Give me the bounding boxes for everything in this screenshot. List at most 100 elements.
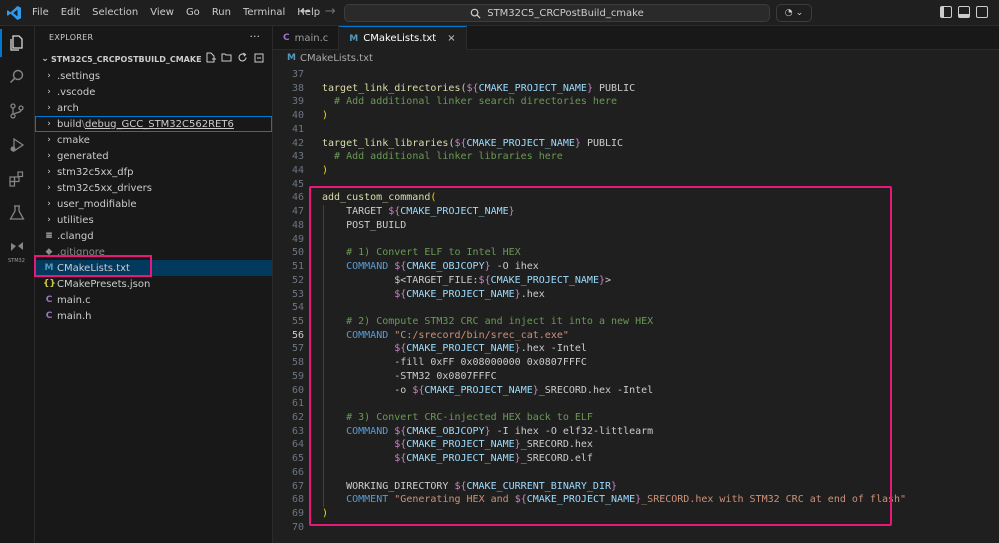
tree-item-settings[interactable]: › .settings [35,68,272,84]
line-number: 58 [291,357,304,369]
toggle-panel-icon[interactable] [958,6,970,18]
indent-guide [323,205,324,508]
source-control-icon[interactable] [6,100,28,122]
code-text: -fill 0xFF 0x08000000 0x0807FFFC [322,357,587,369]
code-line: 47 TARGET ${CMAKE_PROJECT_NAME} [273,205,999,219]
menu-item-edit[interactable]: Edit [55,0,86,26]
code-line: 39 # Add additional linker search direct… [273,95,999,109]
stm32-extension-icon[interactable] [6,236,28,258]
stm32-label: STM32 [8,258,25,264]
collapse-all-icon[interactable] [253,52,264,63]
tree-item-label: cmake [57,134,90,146]
tree-item-clangd[interactable]: ≡ .clangd [35,228,272,244]
tree-item-cmake[interactable]: › cmake [35,132,272,148]
line-number: 45 [291,178,304,190]
code-line: 68 COMMENT "Generating HEX and ${CMAKE_P… [273,493,999,507]
chevron-right-icon: › [47,199,51,209]
forward-arrow-icon[interactable]: → [325,4,336,19]
code-line: 55 # 2) Compute STM32 CRC and inject it … [273,315,999,329]
new-folder-icon[interactable] [221,52,232,63]
menu-item-go[interactable]: Go [180,0,206,26]
tree-item-gitignore[interactable]: ◆ .gitignore [35,244,272,260]
line-number: 59 [291,370,304,382]
tree-item-label: stm32c5xx_drivers [57,182,152,194]
code-text: COMMAND ${CMAKE_OBJCOPY} -I ihex -O elf3… [346,425,654,437]
line-number: 53 [291,288,304,300]
close-icon[interactable]: × [447,33,455,44]
tree-item-arch[interactable]: › arch [35,100,272,116]
code-editor[interactable]: 37 38 target_link_directories(${CMAKE_PROJ… [273,68,999,534]
tab-label: main.c [294,32,329,44]
code-text: target_link_directories(${CMAKE_PROJECT_… [322,82,636,94]
line-number: 67 [291,480,304,492]
line-number: 46 [291,192,304,204]
code-text: # Add additional linker libraries here [334,151,563,163]
line-number: 69 [291,508,304,519]
chevron-right-icon: › [47,215,51,225]
copilot-button[interactable]: ◔ ⌄ [776,4,812,22]
tree-item-label: stm32c5xx_dfp [57,166,134,178]
line-number: 39 [291,96,304,108]
tree-item-utilities[interactable]: › utilities [35,212,272,228]
code-line: 58 -fill 0xFF 0x08000000 0x0807FFFC [273,356,999,370]
tab-cmakelists-txt[interactable]: M CMakeLists.txt × [339,26,467,50]
refresh-icon[interactable] [237,52,248,63]
search-icon[interactable] [6,66,28,88]
tree-item-build[interactable]: › build \ debug_GCC_STM32C562RET6 [35,116,272,132]
tab-main-c[interactable]: Cmain.c [273,26,340,50]
line-number: 44 [291,165,304,177]
breadcrumb-file[interactable]: CMakeLists.txt [300,53,373,64]
line-number: 43 [291,151,304,163]
line-number: 65 [291,453,304,465]
menu-item-view[interactable]: View [144,0,180,26]
chevron-down-icon: ⌄ [41,54,49,64]
toggle-primary-sidebar-icon[interactable] [940,6,952,18]
tree-item-cmakepresets-json[interactable]: {} CMakePresets.json [35,276,272,292]
run-and-debug-icon[interactable] [6,134,28,156]
chevron-right-icon: › [47,103,51,113]
editor-tabs: Cmain.c M CMakeLists.txt × [273,26,999,50]
code-line: 60 -o ${CMAKE_PROJECT_NAME}_SRECORD.hex … [273,384,999,398]
chevron-down-icon: ⌄ [795,8,804,18]
code-line: 40) [273,109,999,123]
line-number: 70 [291,521,304,533]
code-text: ${CMAKE_PROJECT_NAME}.hex -Intel [394,343,587,355]
tree-item-main-h[interactable]: Cmain.h [35,308,272,324]
testing-icon[interactable] [6,202,28,224]
tree-item-stm32c5xx-dfp[interactable]: › stm32c5xx_dfp [35,164,272,180]
tree-item-user-modifiable[interactable]: › user_modifiable [35,196,272,212]
file-type-icon: ◆ [45,247,53,257]
extensions-icon[interactable] [6,168,28,190]
title-bar: File Edit Selection View Go Run Terminal Help ←… [0,0,999,26]
menu-item-run[interactable]: Run [206,0,237,26]
tree-item-stm32c5xx-drivers[interactable]: › stm32c5xx_drivers [35,180,272,196]
more-actions-icon[interactable]: ··· [250,26,261,48]
code-line: 38 target_link_directories(${CMAKE_PROJEC… [273,82,999,96]
tree-item-generated[interactable]: › generated [35,148,272,164]
explorer-icon[interactable] [0,29,28,57]
menu-item-file[interactable]: File [26,0,55,26]
new-file-icon[interactable] [205,52,216,63]
menu-item-selection[interactable]: Selection [86,0,144,26]
tree-item-main-c[interactable]: Cmain.c [35,292,272,308]
back-arrow-icon[interactable]: ← [300,4,311,19]
toggle-secondary-sidebar-icon[interactable] [976,6,988,18]
command-center-search[interactable]: STM32C5_CRCPostBuild_cmake [344,4,770,22]
code-text: target_link_libraries(${CMAKE_PROJECT_NA… [322,137,624,149]
code-text: # 2) Compute STM32 CRC and inject it int… [346,315,654,327]
file-type-icon: C [45,295,53,305]
tree-item-cmakelists-txt[interactable]: M CMakeLists.txt [35,260,272,276]
line-number: 68 [291,494,304,506]
tree-item-vscode[interactable]: › .vscode [35,84,272,100]
code-line: 46 add_custom_command( [273,191,999,205]
tree-item-sublabel: debug_GCC_STM32C562RET6 [84,118,234,130]
code-line: 42 target_link_libraries(${CMAKE_PROJECT_… [273,137,999,151]
editor-area: Cmain.c M CMakeLists.txt × M CMakeLists.txt… [273,26,999,543]
tree-item-label: main.c [57,294,91,306]
menu-item-terminal[interactable]: Terminal [237,0,291,26]
code-line: 37 [273,68,999,82]
code-line: 63 COMMAND ${CMAKE_OBJCOPY} -I ihex -O e… [273,425,999,439]
explorer-title: EXPLORER [49,33,94,42]
code-text: ) [322,165,329,177]
line-number: 49 [291,233,304,245]
